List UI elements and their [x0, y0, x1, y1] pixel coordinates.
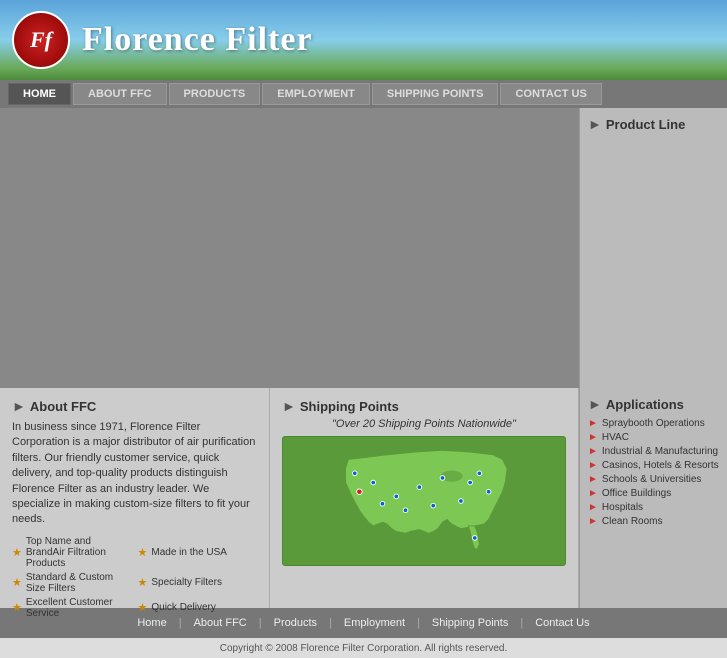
- arrow-icon-2: ►: [588, 432, 598, 443]
- app-label-7: Hospitals: [602, 502, 643, 513]
- arrow-icon-1: ►: [588, 418, 598, 429]
- star-icon-1: ★: [12, 546, 22, 559]
- app-label-6: Office Buildings: [602, 488, 671, 499]
- arrow-icon-6: ►: [588, 488, 598, 499]
- app-item-5: ► Schools & Universities: [588, 474, 719, 485]
- footer-link-employment[interactable]: Employment: [332, 617, 417, 629]
- feature-1: ★ Top Name and BrandAir Filtration Produ…: [12, 536, 132, 569]
- star-icon-3: ★: [12, 576, 22, 589]
- bottom-panels: ► About FFC In business since 1971, Flor…: [0, 388, 727, 608]
- about-header: ► About FFC: [12, 398, 257, 414]
- footer-link-shipping[interactable]: Shipping Points: [420, 617, 520, 629]
- main-area: ► Product Line: [0, 108, 727, 388]
- copyright-bar: Copyright © 2008 Florence Filter Corpora…: [0, 638, 727, 658]
- feature-2: ★ Made in the USA: [138, 536, 258, 569]
- us-map: [329, 441, 519, 561]
- app-label-3: Industrial & Manufacturing: [602, 446, 718, 457]
- logo: Ff: [12, 11, 70, 69]
- app-item-1: ► Spraybooth Operations: [588, 418, 719, 429]
- site-title: Florence Filter: [82, 21, 313, 59]
- about-icon: ►: [12, 398, 26, 414]
- nav-item-products[interactable]: PRODUCTS: [169, 83, 261, 105]
- nav-item-contact[interactable]: CONTACT US: [500, 83, 601, 105]
- feature-label-4: Specialty Filters: [151, 577, 222, 588]
- nav-item-home[interactable]: HOME: [8, 83, 71, 105]
- shipping-header: ► Shipping Points: [282, 398, 566, 414]
- app-item-6: ► Office Buildings: [588, 488, 719, 499]
- app-item-8: ► Clean Rooms: [588, 516, 719, 527]
- feature-3: ★ Standard & Custom Size Filters: [12, 572, 132, 594]
- product-line-title: Product Line: [606, 117, 685, 132]
- feature-5: ★ Excellent Customer Service: [12, 597, 132, 619]
- shipping-quote: "Over 20 Shipping Points Nationwide": [282, 418, 566, 430]
- product-line-icon: ►: [588, 116, 602, 132]
- arrow-icon-3: ►: [588, 446, 598, 457]
- header: Ff Florence Filter: [0, 0, 727, 80]
- app-label-4: Casinos, Hotels & Resorts: [602, 460, 719, 471]
- feature-label-3: Standard & Custom Size Filters: [26, 572, 132, 594]
- star-icon-2: ★: [138, 546, 148, 559]
- features-grid: ★ Top Name and BrandAir Filtration Produ…: [12, 536, 257, 619]
- arrow-icon-7: ►: [588, 502, 598, 513]
- footer-link-about[interactable]: About FFC: [182, 617, 259, 629]
- about-title: About FFC: [30, 399, 96, 414]
- applications-panel: ► Applications ► Spraybooth Operations ►…: [579, 388, 727, 608]
- footer-link-home[interactable]: Home: [125, 617, 178, 629]
- star-icon-4: ★: [138, 576, 148, 589]
- feature-label-5: Excellent Customer Service: [26, 597, 132, 619]
- about-panel: ► About FFC In business since 1971, Flor…: [0, 388, 270, 608]
- app-label-1: Spraybooth Operations: [602, 418, 705, 429]
- shipping-icon: ►: [282, 398, 296, 414]
- shipping-title: Shipping Points: [300, 399, 399, 414]
- applications-icon: ►: [588, 396, 602, 412]
- arrow-icon-4: ►: [588, 460, 598, 471]
- app-item-2: ► HVAC: [588, 432, 719, 443]
- nav-item-about[interactable]: ABOUT FFC: [73, 83, 167, 105]
- feature-6: ★ Quick Delivery: [138, 597, 258, 619]
- footer-link-contact[interactable]: Contact Us: [523, 617, 601, 629]
- app-item-4: ► Casinos, Hotels & Resorts: [588, 460, 719, 471]
- shipping-panel: ► Shipping Points "Over 20 Shipping Poin…: [270, 388, 579, 608]
- feature-label-6: Quick Delivery: [151, 602, 215, 613]
- nav-item-shipping[interactable]: SHIPPING POINTS: [372, 83, 499, 105]
- app-label-8: Clean Rooms: [602, 516, 663, 527]
- product-line-panel: ► Product Line: [579, 108, 727, 388]
- app-label-2: HVAC: [602, 432, 629, 443]
- footer-link-products[interactable]: Products: [262, 617, 329, 629]
- app-label-5: Schools & Universities: [602, 474, 701, 485]
- applications-header: ► Applications: [588, 396, 719, 412]
- main-center: [0, 108, 579, 388]
- about-description: In business since 1971, Florence Filter …: [12, 420, 257, 528]
- applications-title: Applications: [606, 397, 684, 412]
- arrow-icon-8: ►: [588, 516, 598, 527]
- feature-4: ★ Specialty Filters: [138, 572, 258, 594]
- star-icon-5: ★: [12, 601, 22, 614]
- logo-text: Ff: [30, 27, 52, 53]
- app-item-7: ► Hospitals: [588, 502, 719, 513]
- product-line-header: ► Product Line: [588, 116, 719, 132]
- nav-item-employment[interactable]: EMPLOYMENT: [262, 83, 370, 105]
- app-item-3: ► Industrial & Manufacturing: [588, 446, 719, 457]
- star-icon-6: ★: [138, 601, 148, 614]
- nav-bar: HOME ABOUT FFC PRODUCTS EMPLOYMENT SHIPP…: [0, 80, 727, 108]
- feature-label-1: Top Name and BrandAir Filtration Product…: [26, 536, 132, 569]
- map-container: [282, 436, 566, 566]
- feature-label-2: Made in the USA: [151, 547, 227, 558]
- copyright-text: Copyright © 2008 Florence Filter Corpora…: [220, 643, 508, 654]
- arrow-icon-5: ►: [588, 474, 598, 485]
